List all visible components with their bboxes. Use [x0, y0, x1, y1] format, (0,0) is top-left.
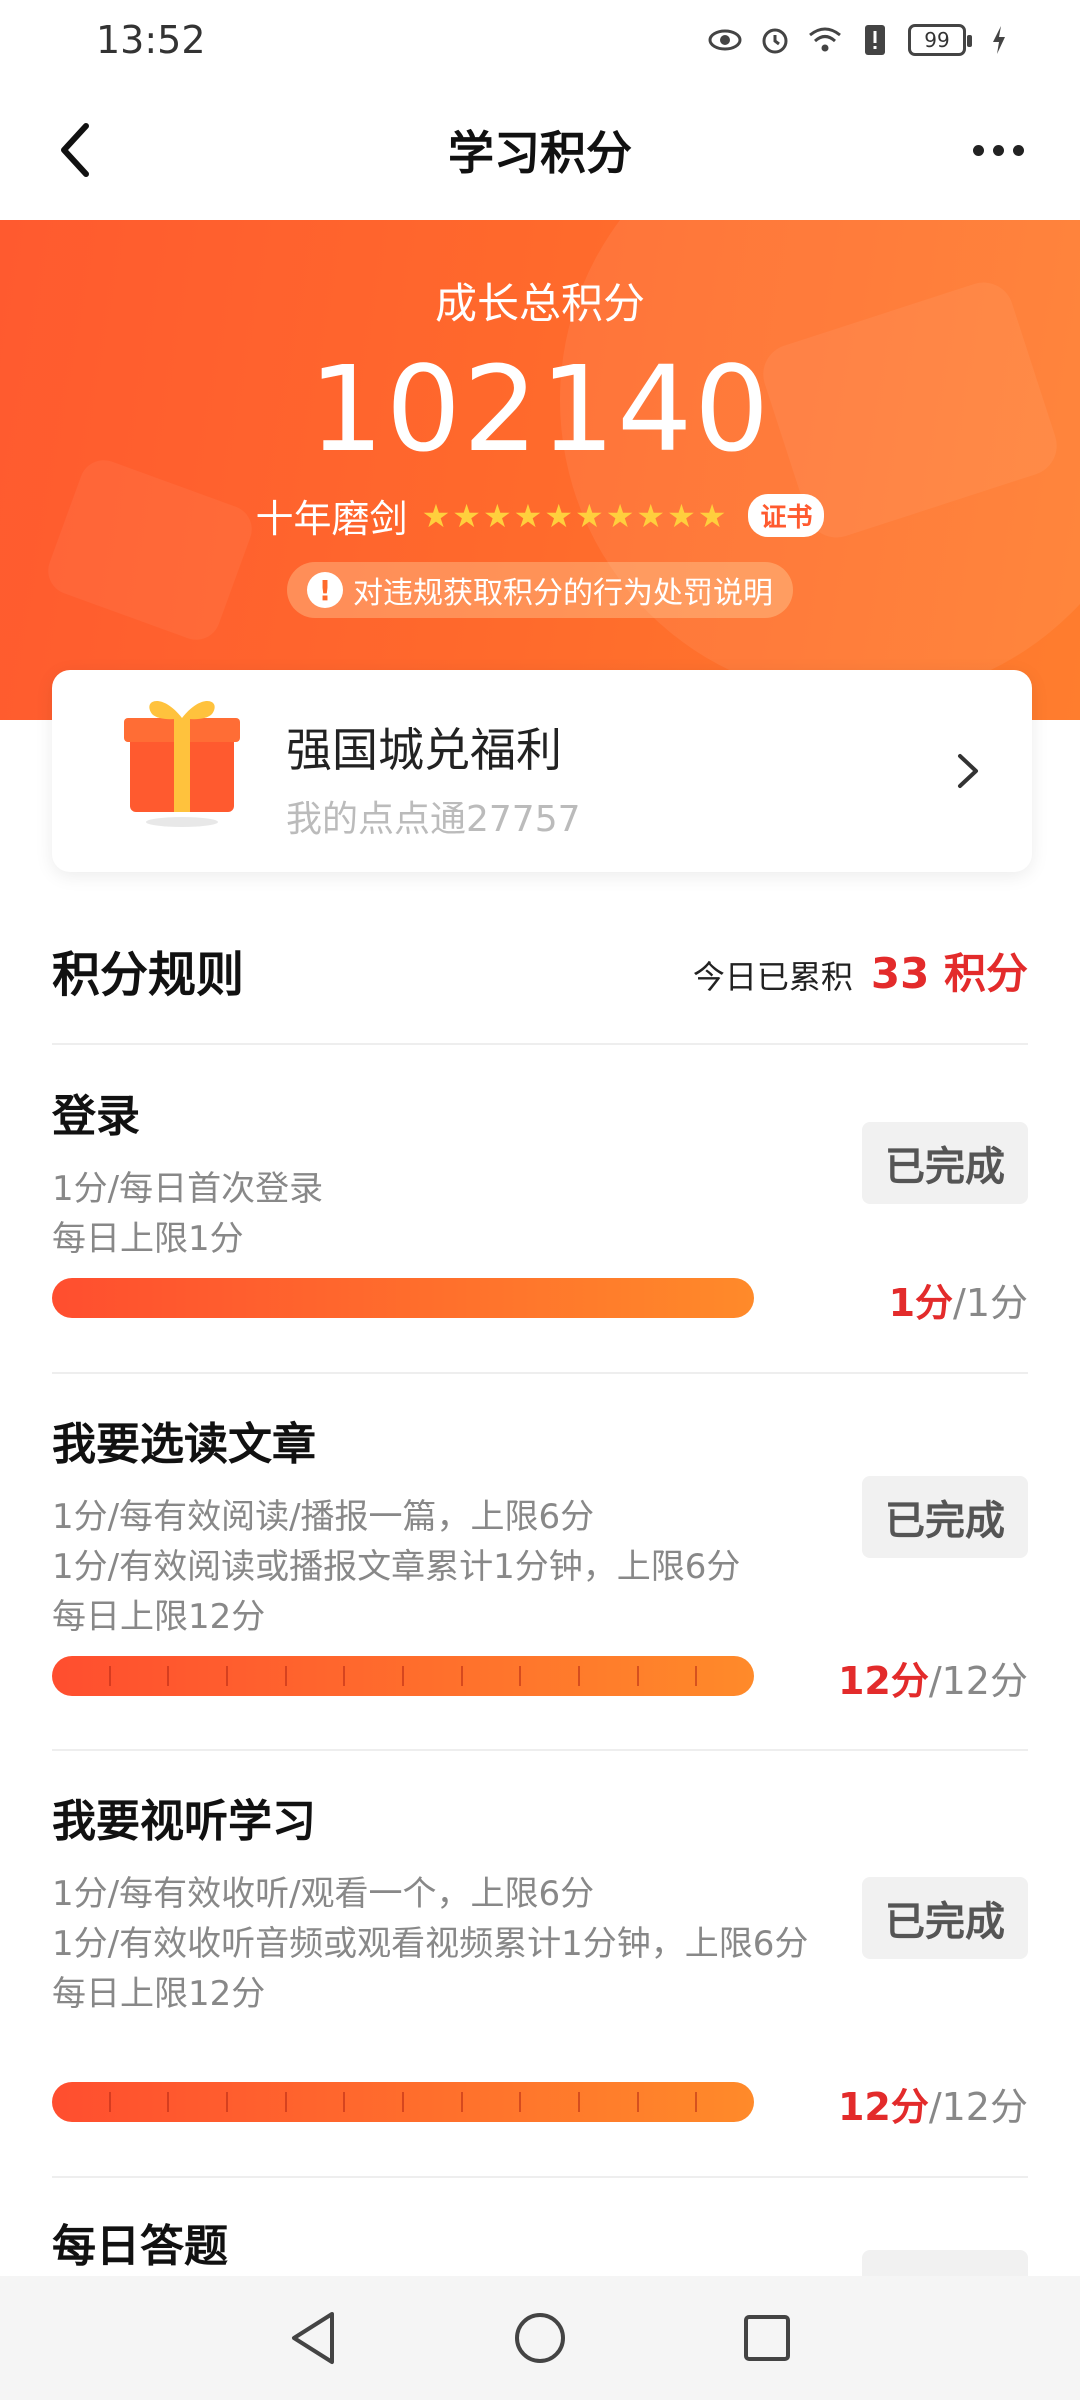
more-dot — [1012, 144, 1024, 156]
violation-notice-link[interactable]: ! 对违规获取积分的行为处罚说明 — [287, 562, 793, 618]
star-icon: ★ — [482, 496, 512, 535]
task-desc-line: 1分/有效收听音频或观看视频累计1分钟，上限6分 — [52, 1924, 809, 1964]
divider — [52, 1749, 1028, 1751]
today-points-value: 33 积分 — [870, 948, 1028, 998]
task-audio-video: 我要视听学习 1分/每有效收听/观看一个，上限6分 1分/有效收听音频或观看视频… — [52, 1785, 1028, 2135]
star-icon: ★ — [452, 496, 481, 535]
task-desc-line: 每日上限12分 — [52, 1974, 266, 2014]
divider — [52, 1043, 1028, 1045]
task-read-articles: 我要选读文章 1分/每有效阅读/播报一篇，上限6分 1分/有效阅读或播报文章累计… — [52, 1408, 1028, 1708]
task-progress-text: 1分/1分 — [889, 1272, 1028, 1327]
more-dot — [972, 144, 984, 156]
total-score-value: 102140 — [308, 340, 772, 478]
system-nav-bar — [0, 2276, 1080, 2400]
task-status-button[interactable]: 已完成 — [862, 1122, 1028, 1204]
rules-title: 积分规则 — [52, 947, 245, 1003]
nav-recents-button[interactable] — [731, 2302, 803, 2374]
task-desc-line: 1分/每日首次登录 — [52, 1169, 324, 1209]
task-desc-line: 1分/每有效收听/观看一个，上限6分 — [52, 1874, 595, 1914]
task-desc-line: 1分/有效阅读或播报文章累计1分钟，上限6分 — [52, 1547, 741, 1587]
page-title: 学习积分 — [448, 126, 632, 180]
status-bar: 13:52 99 — [0, 0, 1080, 80]
nav-home-button[interactable] — [504, 2302, 576, 2374]
task-progress-text: 12分/12分 — [838, 2076, 1028, 2131]
task-desc: 1分/每日首次登录 每日上限1分 — [52, 1164, 842, 1264]
nav-back-button[interactable] — [277, 2302, 349, 2374]
today-points-label: 今日已累积 — [692, 957, 853, 996]
task-desc-line: 每日上限12分 — [52, 1597, 266, 1637]
more-dot — [992, 144, 1004, 156]
task-status-button[interactable]: 已完成 — [862, 1877, 1028, 1959]
wifi-icon — [808, 23, 842, 57]
welfare-text: 强国城兑福利 我的点点通27757 — [286, 714, 581, 842]
welfare-points: 我的点点通27757 — [286, 799, 581, 840]
star-icon: ★ — [667, 496, 696, 535]
task-progress-bar — [52, 2082, 754, 2122]
task-progress-bar — [52, 1278, 754, 1318]
task-progress-total: /12分 — [928, 2085, 1028, 2129]
divider — [52, 1372, 1028, 1374]
eye-icon — [708, 23, 742, 57]
task-login: 登录 1分/每日首次登录 每日上限1分 已完成 1分/1分 — [52, 1080, 1028, 1330]
task-progress-got: 12分 — [837, 2085, 929, 2129]
sim-alert-icon — [858, 23, 892, 57]
task-name: 我要视听学习 — [52, 1796, 316, 1847]
task-progress-total: /1分 — [953, 1281, 1028, 1325]
status-time: 13:52 — [96, 18, 206, 62]
charging-icon — [982, 23, 1016, 57]
star-icon: ★ — [421, 496, 451, 535]
task-progress-got: 12分 — [837, 1659, 929, 1703]
warning-icon: ! — [307, 572, 343, 608]
certificate-button[interactable]: 证书 — [748, 494, 825, 537]
rank-title: 十年磨剑 — [255, 497, 408, 541]
welfare-title: 强国城兑福利 — [286, 723, 562, 777]
rank-stars: ★ ★ ★ ★ ★ ★ ★ ★ ★ ★ — [422, 497, 727, 535]
gift-icon — [124, 700, 240, 827]
score-banner: 成长总积分 102140 十年磨剑 ★ ★ ★ ★ ★ ★ ★ ★ ★ ★ 证书 ! 对违规获取积… — [0, 220, 1080, 720]
rank-row: 十年磨剑 ★ ★ ★ ★ ★ ★ ★ ★ ★ ★ 证书 — [0, 488, 1080, 543]
star-icon: ★ — [575, 496, 604, 535]
status-icons: 99 — [708, 23, 1016, 57]
progress-ticks — [52, 1656, 754, 1696]
star-icon: ★ — [513, 496, 543, 535]
progress-ticks — [52, 2082, 754, 2122]
task-status-button[interactable]: 已完成 — [862, 1476, 1028, 1558]
more-button[interactable] — [956, 114, 1040, 186]
welfare-card[interactable]: 强国城兑福利 我的点点通27757 — [52, 670, 1032, 872]
today-points: 今日已累积 33 积分 — [693, 940, 1028, 1001]
chevron-right-icon — [958, 754, 978, 788]
task-desc: 1分/每有效阅读/播报一篇，上限6分 1分/有效阅读或播报文章累计1分钟，上限6… — [52, 1492, 842, 1642]
alarm-icon — [758, 23, 792, 57]
star-icon: ★ — [605, 496, 635, 535]
task-desc-line: 每日上限1分 — [52, 1219, 244, 1259]
divider — [52, 2176, 1028, 2178]
rules-header: 积分规则 今日已累积 33 积分 — [52, 935, 1028, 1005]
star-icon: ★ — [636, 496, 666, 535]
task-progress-total: /12分 — [928, 1659, 1028, 1703]
banner-decoration — [41, 453, 259, 647]
star-icon: ★ — [544, 496, 573, 535]
task-name: 我要选读文章 — [52, 1419, 316, 1470]
task-desc-line: 1分/每有效阅读/播报一篇，上限6分 — [52, 1497, 595, 1537]
nav-bar: 学习积分 — [0, 80, 1080, 220]
battery-icon: 99 — [908, 24, 972, 56]
total-score-label: 成长总积分 — [434, 279, 645, 328]
task-progress-got: 1分 — [888, 1281, 954, 1325]
task-progress-text: 12分/12分 — [838, 1650, 1028, 1705]
violation-notice-text: 对违规获取积分的行为处罚说明 — [353, 576, 773, 611]
task-progress-bar — [52, 1656, 754, 1696]
points-page: 13:52 99 学习积分 成长总积分 102140 十年磨剑 ★ ★ ★ ★ … — [0, 0, 1080, 2400]
star-icon: ★ — [697, 496, 727, 535]
back-button[interactable] — [40, 114, 112, 186]
task-desc: 1分/每有效收听/观看一个，上限6分 1分/有效收听音频或观看视频累计1分钟，上… — [52, 1869, 842, 2019]
